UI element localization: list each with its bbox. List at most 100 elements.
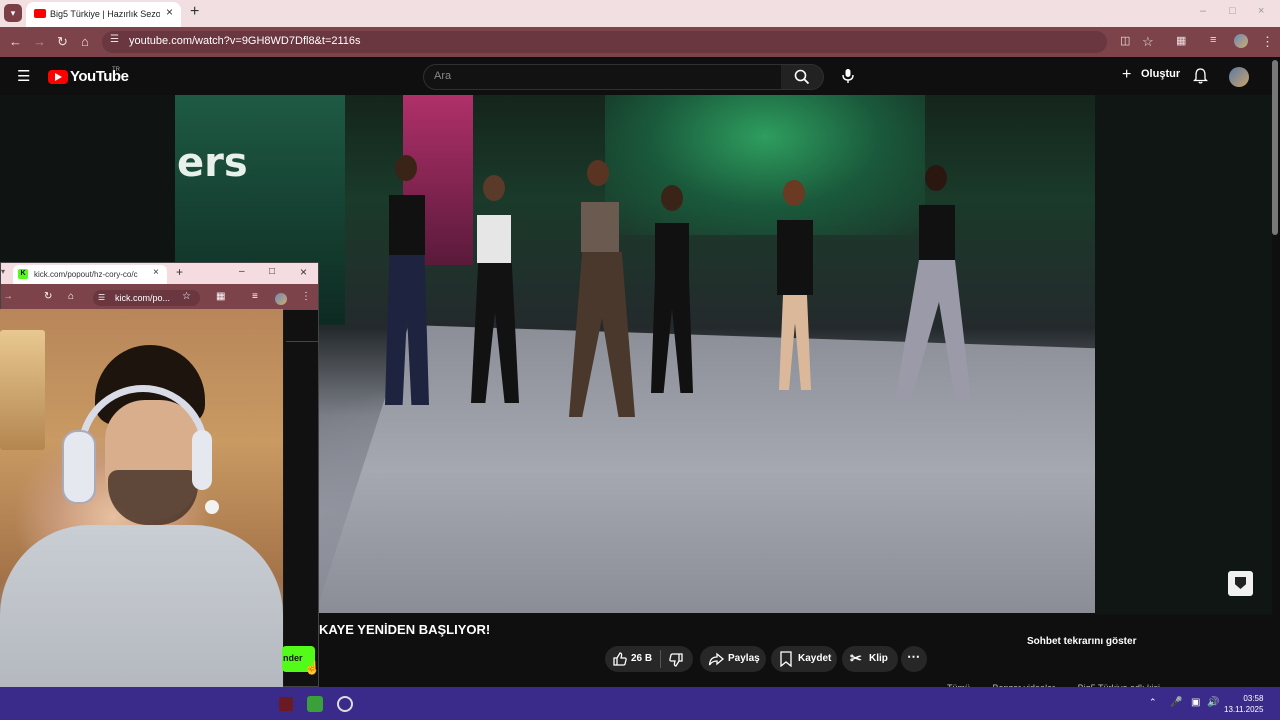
hamburger-menu-icon[interactable]: ☰ [17, 67, 30, 85]
taskbar-clock[interactable]: 03:58 13.11.2025 [1224, 693, 1263, 715]
close-tab-icon[interactable]: × [166, 5, 173, 19]
youtube-region-code: TR [112, 67, 120, 73]
video-scene-sign: ers [177, 140, 248, 186]
forward-icon[interactable]: → [33, 34, 46, 49]
page-scrollbar[interactable] [1272, 60, 1278, 235]
more-actions-button[interactable]: ⋯ [901, 646, 927, 672]
notifications-bell-icon[interactable] [1192, 68, 1209, 89]
webcam-shelf [0, 330, 45, 450]
extensions-icon[interactable]: ▦ [1176, 34, 1186, 47]
chat-divider [286, 341, 318, 342]
address-url[interactable]: youtube.com/watch?v=9GH8WD7Dfl8&t=2116s [129, 35, 361, 47]
popup-bookmark-star-icon[interactable]: ☆ [182, 291, 191, 302]
like-dislike-group: 26 B [605, 646, 693, 672]
popup-profile-avatar-icon[interactable] [275, 293, 287, 305]
popup-maximize-icon[interactable]: □ [269, 266, 275, 277]
like-count: 26 B [631, 653, 653, 664]
headset-right-earcup [192, 430, 212, 490]
bookmark-star-icon[interactable]: ☆ [1142, 34, 1154, 50]
tray-microphone-icon[interactable]: 🎤 [1170, 697, 1182, 708]
save-button[interactable]: Kaydet [771, 646, 837, 672]
right-dark-area [1095, 95, 1272, 615]
create-button[interactable]: Oluştur [1141, 68, 1180, 80]
dislike-button[interactable] [668, 652, 684, 671]
popup-tab-menu-icon[interactable]: ▾ [1, 267, 5, 276]
like-button[interactable] [612, 651, 628, 670]
popup-address-url[interactable]: kick.com/po... [115, 293, 170, 303]
clip-button[interactable]: ✂ Klip [842, 646, 898, 672]
popup-tab[interactable]: K kick.com/popout/hz-cory-co/c × [13, 265, 167, 284]
tray-chevron-icon[interactable]: ⌃ [1149, 697, 1157, 708]
popup-home-icon[interactable]: ⌂ [68, 291, 74, 302]
youtube-logo-play-icon [55, 73, 62, 81]
youtube-favicon-icon [34, 9, 46, 18]
popup-minimize-icon[interactable]: – [239, 266, 245, 277]
clock-date: 13.11.2025 [1224, 705, 1264, 714]
thumbs-down-icon [669, 653, 683, 667]
search-button[interactable] [781, 64, 824, 90]
browser-tab-active[interactable]: Big5 Türkiye | Hazırlık Sezonu × [26, 2, 181, 27]
kick-favicon-icon: K [18, 269, 28, 279]
video-branding-watermark[interactable] [1228, 571, 1253, 596]
reload-icon[interactable]: ↻ [57, 34, 68, 50]
taskbar-app-icon[interactable] [307, 696, 323, 712]
kick-chat-panel [284, 310, 318, 686]
popup-tab-title: kick.com/popout/hz-cory-co/c [34, 270, 138, 279]
video-scene-floor [315, 325, 1095, 613]
tray-volume-icon[interactable]: 🔊 [1207, 697, 1219, 708]
popup-menu-icon[interactable]: ⋮ [301, 291, 311, 302]
microphone-icon [842, 69, 854, 83]
video-title: KAYE YENİDEN BAŞLIYOR! [319, 622, 491, 637]
video-scene-green-lights [605, 95, 925, 235]
install-app-icon[interactable]: ◫ [1120, 34, 1130, 47]
tab-search-button[interactable]: ▾ [4, 4, 22, 22]
bookmark-icon [780, 651, 792, 667]
popup-close-tab-icon[interactable]: × [153, 267, 159, 278]
thumbs-up-icon [613, 652, 627, 666]
reading-list-icon[interactable]: ≡ [1210, 34, 1216, 46]
maximize-window-icon[interactable]: □ [1229, 5, 1236, 17]
mouse-cursor-hand-icon: ☝ [304, 660, 321, 675]
popup-reading-list-icon[interactable]: ≡ [252, 291, 258, 302]
back-icon[interactable]: ← [9, 34, 22, 49]
scissors-icon: ✂ [850, 650, 862, 666]
headset-mic [205, 500, 219, 514]
share-label: Paylaş [728, 653, 760, 664]
headset-left-earcup [62, 430, 96, 504]
save-label: Kaydet [798, 653, 832, 664]
taskbar-browser-icon[interactable] [337, 696, 353, 712]
popup-extensions-icon[interactable]: ▦ [216, 291, 225, 302]
share-arrow-icon [708, 652, 724, 666]
browser-tab-title: Big5 Türkiye | Hazırlık Sezonu [50, 9, 160, 19]
chat-send-label: nder [283, 653, 303, 663]
search-icon [794, 69, 810, 85]
browser-menu-icon[interactable]: ⋮ [1261, 34, 1274, 50]
windows-taskbar [0, 687, 1280, 720]
tray-network-icon[interactable]: ▣ [1191, 697, 1200, 708]
voice-search-button[interactable] [836, 64, 860, 88]
clock-time: 03:58 [1243, 694, 1264, 703]
popup-forward-icon[interactable]: → [3, 291, 13, 302]
share-button[interactable]: Paylaş [700, 646, 766, 672]
show-chat-replay-button[interactable]: Sohbet tekrarını göster [1027, 636, 1136, 647]
clip-label: Klip [869, 653, 888, 664]
site-info-icon[interactable]: ☰ [110, 34, 119, 45]
close-window-icon[interactable]: × [1258, 5, 1264, 17]
search-box[interactable] [423, 64, 783, 90]
home-icon[interactable]: ⌂ [81, 34, 89, 49]
create-plus-icon: + [1122, 66, 1132, 83]
popup-close-window-icon[interactable]: × [300, 265, 307, 279]
profile-avatar-icon[interactable] [1234, 34, 1248, 48]
popup-reload-icon[interactable]: ↻ [44, 291, 52, 302]
account-avatar[interactable] [1229, 67, 1249, 87]
popup-site-info-icon[interactable]: ☰ [98, 293, 105, 302]
like-divider [660, 650, 661, 668]
search-input[interactable]: Ara [434, 70, 451, 82]
new-tab-button[interactable]: + [190, 3, 199, 21]
popup-new-tab-button[interactable]: + [176, 265, 183, 279]
minimize-window-icon[interactable]: – [1200, 5, 1206, 17]
webcam-person-shirt [0, 525, 283, 687]
shield-icon [1235, 577, 1246, 589]
taskbar-app-icon[interactable] [279, 697, 293, 711]
more-horizontal-icon: ⋯ [907, 649, 920, 664]
